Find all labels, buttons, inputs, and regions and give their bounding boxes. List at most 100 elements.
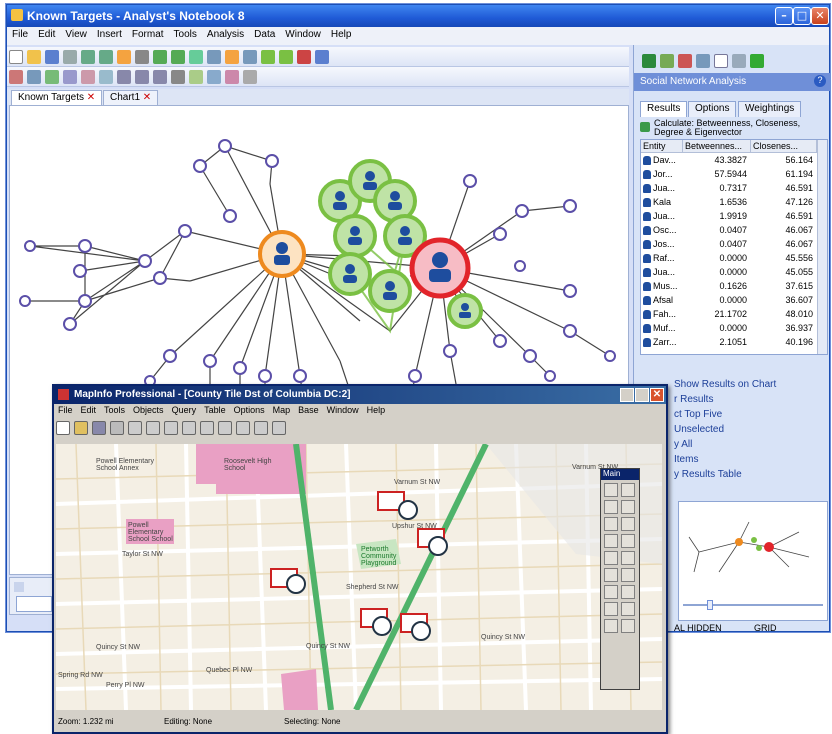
map-view[interactable]: Powell Elementary School Annex Roosevelt…: [56, 444, 662, 710]
map-menu-table[interactable]: Table: [200, 404, 230, 416]
hotlink-tool-icon[interactable]: [604, 619, 618, 633]
minimize-icon[interactable]: –: [775, 7, 793, 25]
nav-back-icon[interactable]: [315, 50, 329, 64]
lasso-icon[interactable]: [135, 50, 149, 64]
map-layout-icon[interactable]: [254, 421, 268, 435]
panel-action-link[interactable]: y Results Table: [674, 469, 742, 480]
network2-icon[interactable]: [279, 50, 293, 64]
entity-icon[interactable]: [9, 70, 23, 84]
font-color-icon[interactable]: [225, 70, 239, 84]
box-icon[interactable]: [63, 70, 77, 84]
table-row[interactable]: Dav... 43.3827 56.164: [641, 154, 817, 167]
theme-icon[interactable]: [45, 70, 59, 84]
line-color-icon[interactable]: [207, 70, 221, 84]
new-icon[interactable]: [9, 50, 23, 64]
align-left-icon[interactable]: [117, 70, 131, 84]
sna-icon[interactable]: [642, 54, 656, 68]
legend-tool-icon[interactable]: [621, 568, 635, 582]
map-browser-icon[interactable]: [218, 421, 232, 435]
table-row[interactable]: Jor... 57.5944 61.194: [641, 168, 817, 181]
zoom-thumb[interactable]: [707, 600, 713, 610]
table-row[interactable]: Kala 1.6536 47.126: [641, 196, 817, 209]
col-closeness[interactable]: Closenes...: [751, 140, 817, 153]
fill-color-icon[interactable]: [189, 70, 203, 84]
scroll-left-icon[interactable]: [14, 582, 24, 592]
close-icon[interactable]: ✕: [811, 7, 829, 25]
tab-weightings[interactable]: Weightings: [738, 101, 802, 117]
table-row[interactable]: Fah... 21.1702 48.010: [641, 308, 817, 321]
table-row[interactable]: Muf... 0.0000 36.937: [641, 322, 817, 335]
menu-view[interactable]: View: [60, 27, 92, 42]
drag-tool-icon[interactable]: [604, 602, 618, 616]
grabber-tool-icon[interactable]: [621, 517, 635, 531]
table-icon[interactable]: [243, 50, 257, 64]
table-row[interactable]: Afsal 0.0000 36.607: [641, 294, 817, 307]
tab-options[interactable]: Options: [688, 101, 737, 117]
align-right-icon[interactable]: [153, 70, 167, 84]
network-icon[interactable]: [261, 50, 275, 64]
menu-analysis[interactable]: Analysis: [202, 27, 249, 42]
table-row[interactable]: Jua... 0.0000 45.055: [641, 266, 817, 279]
drawing-tool-icon[interactable]: [621, 602, 635, 616]
open-icon[interactable]: [27, 50, 41, 64]
map-minimize-icon[interactable]: [620, 388, 634, 402]
calculate-button[interactable]: Calculate: Betweenness, Closeness, Degre…: [640, 118, 828, 138]
map-menu-options[interactable]: Options: [230, 404, 269, 416]
table-row[interactable]: Jos... 0.0407 46.067: [641, 238, 817, 251]
menu-data[interactable]: Data: [249, 27, 280, 42]
select-tool-icon[interactable]: [604, 483, 618, 497]
redo-icon[interactable]: [99, 50, 113, 64]
table-row[interactable]: Zarr... 2.1051 40.196: [641, 336, 817, 349]
map-menu-base[interactable]: Base: [294, 404, 323, 416]
col-entity[interactable]: Entity: [641, 140, 683, 153]
menu-help[interactable]: Help: [326, 27, 357, 42]
layout-icon[interactable]: [207, 50, 221, 64]
col-betweenness[interactable]: Betweennes...: [683, 140, 751, 153]
label-icon[interactable]: [99, 70, 113, 84]
polygon-tool-icon[interactable]: [621, 500, 635, 514]
table-row[interactable]: Raf... 0.0000 45.556: [641, 252, 817, 265]
table-row[interactable]: Osc... 0.0407 46.067: [641, 224, 817, 237]
menu-tools[interactable]: Tools: [169, 27, 202, 42]
menu-insert[interactable]: Insert: [92, 27, 127, 42]
table-row[interactable]: Mus... 0.1626 37.615: [641, 280, 817, 293]
ruler-tool-icon[interactable]: [604, 568, 618, 582]
boundary-tool-icon[interactable]: [604, 517, 618, 531]
overview-thumbnail[interactable]: [678, 501, 828, 621]
map-menu-file[interactable]: File: [54, 404, 77, 416]
map-open-icon[interactable]: [74, 421, 88, 435]
map-menu-query[interactable]: Query: [168, 404, 201, 416]
map-new-icon[interactable]: [56, 421, 70, 435]
panel-action-link[interactable]: Show Results on Chart: [674, 379, 776, 390]
zoom-out-icon[interactable]: [171, 50, 185, 64]
panel-action-link[interactable]: r Results: [674, 394, 713, 405]
map-print-icon[interactable]: [110, 421, 124, 435]
zoom-in-icon[interactable]: [153, 50, 167, 64]
grid-scrollbar[interactable]: [817, 140, 827, 354]
layer-tool-icon[interactable]: [604, 585, 618, 599]
table-row[interactable]: Jua... 0.7317 46.591: [641, 182, 817, 195]
tab-results[interactable]: Results: [640, 101, 688, 117]
settings-icon[interactable]: [732, 54, 746, 68]
print-icon[interactable]: [63, 50, 77, 64]
tab-known-targets[interactable]: Known Targets ✕: [11, 90, 103, 105]
symbol-tool-icon[interactable]: [621, 619, 635, 633]
table-row[interactable]: Jua... 1.9919 46.591: [641, 210, 817, 223]
map-help-icon[interactable]: [272, 421, 286, 435]
map-copy-icon[interactable]: [146, 421, 160, 435]
chart-icon[interactable]: [678, 54, 692, 68]
map-maximize-icon[interactable]: [635, 388, 649, 402]
font-size-icon[interactable]: [243, 70, 257, 84]
undo-icon[interactable]: [81, 50, 95, 64]
menu-format[interactable]: Format: [127, 27, 169, 42]
grid-icon[interactable]: [225, 50, 239, 64]
save-icon[interactable]: [45, 50, 59, 64]
map-close-icon[interactable]: ✕: [650, 388, 664, 402]
circle-icon[interactable]: [81, 70, 95, 84]
menu-edit[interactable]: Edit: [33, 27, 60, 42]
map-graph-icon[interactable]: [236, 421, 250, 435]
highlight-icon[interactable]: [297, 50, 311, 64]
link-icon[interactable]: [27, 70, 41, 84]
menu-window[interactable]: Window: [280, 27, 326, 42]
tab-close-icon[interactable]: ✕: [87, 92, 95, 103]
